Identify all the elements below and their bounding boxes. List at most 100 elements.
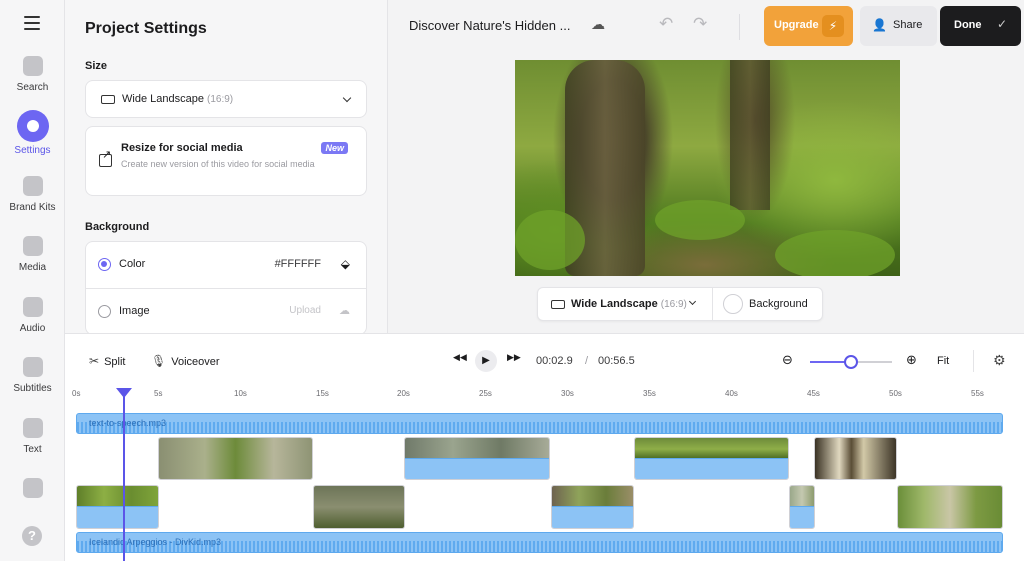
clip-audio — [405, 457, 549, 479]
tick-label: 20s — [397, 389, 410, 398]
bg-image-option[interactable]: Image Upload ☁ — [86, 288, 366, 333]
rail-item-label: Settings — [14, 145, 51, 156]
tick-label: 15s — [316, 389, 329, 398]
canvas-size-select[interactable]: Wide Landscape (16:9) — [571, 298, 687, 310]
text-icon — [22, 418, 43, 438]
rail-item-media[interactable]: Media — [0, 236, 65, 292]
help-icon[interactable]: ? — [22, 526, 42, 546]
background-heading: Background — [85, 221, 150, 233]
done-button[interactable]: Done ✓ — [940, 6, 1021, 46]
radio-unselected[interactable] — [98, 305, 111, 318]
background-swatch[interactable] — [723, 294, 743, 314]
project-title[interactable]: Discover Nature's Hidden ... — [409, 18, 570, 33]
video-clip[interactable] — [313, 485, 405, 529]
music-audio-track[interactable]: Icelandic Arpeggios - DivKid.mp3 — [76, 532, 1003, 553]
rewind-icon[interactable]: ◀◀ — [453, 352, 467, 363]
video-clip[interactable] — [789, 485, 815, 529]
rail-item-settings[interactable]: Settings — [0, 110, 65, 172]
search-icon — [22, 56, 43, 76]
voiceover-button[interactable]: 🎙 Voiceover — [151, 354, 220, 368]
size-ratio: (16:9) — [207, 94, 234, 105]
clip-thumbnail — [790, 486, 814, 507]
rail-item-label: Media — [18, 262, 47, 273]
clip-audio — [790, 506, 814, 528]
top-bar: Discover Nature's Hidden ... ☁ ↶ ↷ Upgra… — [389, 0, 1024, 52]
settings-icon — [16, 110, 49, 142]
zoom-in-icon[interactable]: ⊕ — [906, 352, 917, 368]
rail-item-audio[interactable]: Audio — [0, 297, 65, 353]
total-time: 00:56.5 — [598, 355, 635, 367]
upgrade-button[interactable]: Upgrade ⚡ — [764, 6, 853, 46]
time-ruler[interactable]: 0s 5s 10s 15s 20s 25s 30s 35s 40s 45s 50… — [72, 389, 1012, 401]
cloud-saved-icon: ☁ — [591, 16, 605, 32]
size-heading: Size — [85, 60, 108, 72]
size-select[interactable]: Wide Landscape (16:9) — [85, 80, 367, 118]
rail-item-search[interactable]: Search — [0, 56, 65, 112]
rail-item-brand-kits[interactable]: Brand Kits — [0, 176, 65, 232]
share-label: Share — [893, 19, 923, 31]
hamburger-menu-icon[interactable] — [24, 16, 40, 30]
add-person-icon: 👤 — [872, 18, 887, 32]
zoom-slider-handle[interactable] — [844, 355, 858, 369]
clip-audio — [552, 506, 633, 528]
video-clip[interactable] — [814, 437, 897, 480]
media-icon — [22, 236, 43, 256]
divider — [712, 288, 713, 320]
tree-trunk — [730, 60, 770, 210]
play-icon[interactable]: ▶ — [475, 350, 497, 372]
tick-label: 0s — [72, 389, 81, 398]
audio-icon — [22, 297, 43, 317]
video-clip[interactable] — [76, 485, 159, 529]
current-time: 00:02.9 — [536, 355, 573, 367]
bg-color-value[interactable]: #FFFFFF — [275, 258, 321, 270]
time-separator: / — [585, 355, 589, 367]
share-button[interactable]: 👤 Share — [860, 6, 937, 46]
tick-label: 50s — [889, 389, 902, 398]
gear-icon[interactable]: ⚙ — [993, 352, 1006, 369]
split-button[interactable]: ✂ Split — [89, 354, 125, 368]
check-icon: ✓ — [996, 17, 1007, 31]
undo-icon[interactable]: ↶ — [659, 14, 673, 34]
subtitles-icon — [22, 357, 43, 377]
tts-track-label: text-to-speech.mp3 — [89, 418, 167, 428]
paint-bucket-icon[interactable]: ⬙ — [341, 257, 350, 271]
video-clip[interactable] — [404, 437, 550, 480]
divider — [739, 14, 740, 40]
waveform — [77, 421, 1002, 433]
tick-label: 10s — [234, 389, 247, 398]
video-clip[interactable] — [551, 485, 634, 529]
zoom-out-icon[interactable]: ⊖ — [782, 352, 793, 368]
clip-thumbnail — [77, 486, 158, 507]
voiceover-label: Voiceover — [171, 356, 220, 368]
fast-forward-icon[interactable]: ▶▶ — [507, 352, 521, 363]
video-clip[interactable] — [634, 437, 789, 480]
video-preview[interactable] — [515, 60, 900, 276]
rail-item-subtitles[interactable]: Subtitles — [0, 357, 65, 413]
video-clip[interactable] — [158, 437, 313, 480]
scissors-icon: ✂ — [89, 354, 100, 368]
resize-social-card[interactable]: Resize for social media Create new versi… — [85, 126, 367, 196]
sticker-icon — [22, 478, 43, 498]
video-clip[interactable] — [897, 485, 1003, 529]
external-resize-icon — [99, 148, 112, 167]
radio-selected[interactable] — [98, 258, 111, 271]
cloud-upload-icon[interactable]: ☁ — [339, 304, 350, 317]
playhead-line[interactable] — [123, 394, 125, 561]
clip-thumbnail — [159, 438, 312, 479]
music-track-label: Icelandic Arpeggios - DivKid.mp3 — [89, 537, 222, 547]
upload-link[interactable]: Upload — [289, 305, 321, 316]
upgrade-label: Upgrade — [774, 19, 819, 31]
canvas-size-ratio: (16:9) — [660, 299, 687, 310]
tick-label: 40s — [725, 389, 738, 398]
redo-icon[interactable]: ↷ — [693, 14, 707, 34]
clip-thumbnail — [898, 486, 1002, 528]
rail-item-more[interactable] — [0, 478, 65, 504]
resize-description: Create new version of this video for soc… — [121, 159, 315, 169]
fit-button[interactable]: Fit — [937, 355, 949, 367]
tts-audio-track[interactable]: text-to-speech.mp3 — [76, 413, 1003, 434]
rail-item-text[interactable]: Text — [0, 418, 65, 474]
bg-color-option[interactable]: Color #FFFFFF ⬙ — [86, 242, 366, 288]
chevron-down-icon — [342, 93, 352, 103]
background-button[interactable]: Background — [749, 298, 808, 310]
tick-label: 25s — [479, 389, 492, 398]
